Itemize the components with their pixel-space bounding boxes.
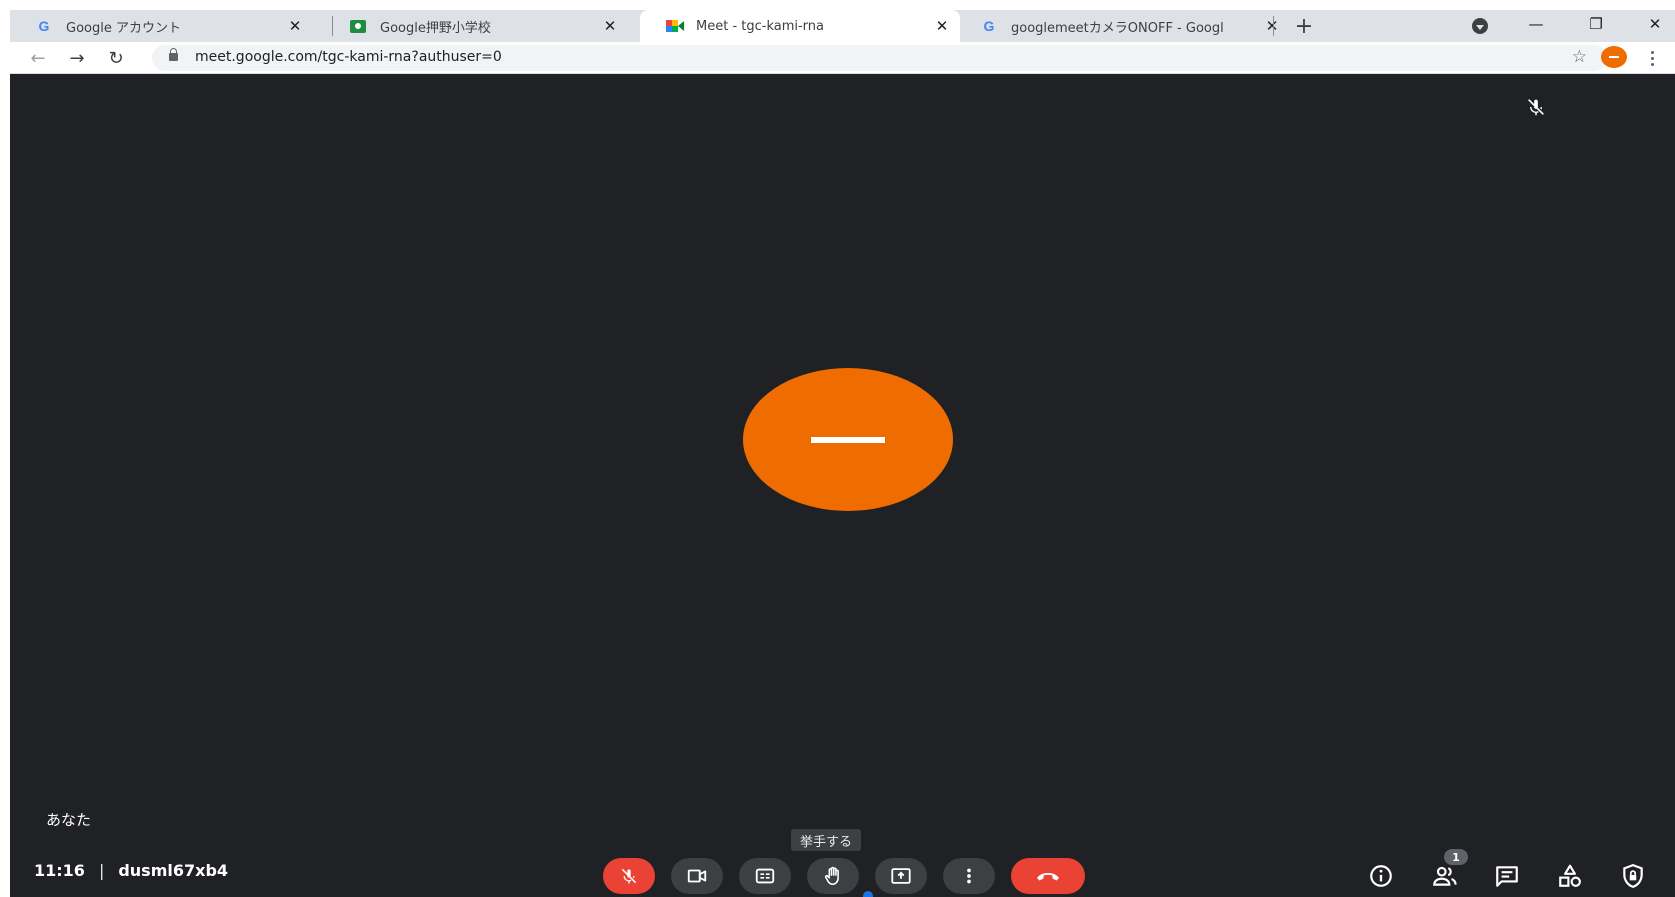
close-window-button[interactable]: ✕	[1635, 10, 1675, 38]
address-bar[interactable]: meet.google.com/tgc-kami-rna?authuser=0 …	[152, 45, 1607, 71]
profile-avatar-button[interactable]	[1601, 46, 1627, 68]
browser-toolbar: ← → ↻ meet.google.com/tgc-kami-rna?authu…	[10, 42, 1675, 74]
google-g-icon: G	[38, 18, 50, 34]
raise-hand-tooltip: 挙手する	[791, 829, 862, 851]
tab-search-result[interactable]: G googlemeetカメラONOFF - Googl ✕	[955, 10, 1290, 42]
forward-button[interactable]: →	[65, 46, 89, 70]
minimize-button[interactable]: —	[1516, 10, 1556, 38]
self-avatar	[743, 368, 953, 511]
activities-button[interactable]	[1555, 861, 1585, 891]
close-icon[interactable]: ✕	[932, 16, 952, 36]
captions-icon	[755, 868, 775, 884]
browser-menu-button[interactable]	[1642, 48, 1662, 68]
tab-meet[interactable]: Meet - tgc-kami-rna ✕	[640, 10, 960, 42]
camera-icon	[687, 869, 707, 883]
meet-icon	[666, 18, 684, 34]
browser-window: G Google アカウント ✕ Google押野小学校 ✕ Meet - tg…	[10, 10, 1675, 897]
tab-title: Meet - tgc-kami-rna	[696, 18, 825, 34]
classroom-icon	[350, 18, 366, 34]
tab-search-icon[interactable]	[1472, 18, 1488, 34]
lock-icon[interactable]	[169, 48, 178, 61]
tab-google-account[interactable]: G Google アカウント ✕	[10, 10, 313, 42]
chat-button[interactable]	[1492, 861, 1522, 891]
present-screen-button[interactable]	[875, 858, 927, 894]
captions-button[interactable]	[739, 858, 791, 894]
camera-toggle-button[interactable]	[671, 858, 723, 894]
mic-toggle-button[interactable]	[603, 858, 655, 894]
end-call-icon	[1037, 873, 1059, 881]
meet-stage: あなた 11:16 | dusml67xb4 挙手する 1	[10, 74, 1675, 897]
meeting-code: dusml67xb4	[118, 861, 229, 880]
google-g-icon: G	[983, 18, 995, 34]
mic-off-icon	[621, 868, 637, 884]
chat-icon	[1496, 866, 1518, 887]
tab-title: Google押野小学校	[380, 20, 491, 36]
tab-title: Google アカウント	[66, 20, 181, 36]
tab-classroom[interactable]: Google押野小学校 ✕	[324, 10, 628, 42]
url-text[interactable]: meet.google.com/tgc-kami-rna?authuser=0	[195, 49, 502, 65]
mic-off-icon	[1525, 96, 1547, 118]
info-icon	[1370, 865, 1392, 887]
close-icon[interactable]: ✕	[285, 16, 305, 36]
host-controls-icon	[1623, 864, 1643, 888]
raise-hand-button[interactable]	[807, 858, 859, 894]
new-tab-button[interactable]: +	[1292, 14, 1316, 39]
present-screen-icon	[891, 868, 911, 884]
more-options-button[interactable]	[943, 858, 995, 894]
meeting-info-button[interactable]	[1366, 861, 1396, 891]
separator: |	[98, 861, 105, 880]
participant-count-badge: 1	[1444, 849, 1468, 865]
close-icon[interactable]: ✕	[600, 16, 620, 36]
tab-divider	[1273, 16, 1274, 36]
end-call-button[interactable]	[1011, 858, 1085, 894]
meeting-details: 11:16 | dusml67xb4	[34, 861, 228, 880]
activities-icon	[1559, 864, 1581, 887]
tab-strip: G Google アカウント ✕ Google押野小学校 ✕ Meet - tg…	[10, 10, 1675, 42]
back-button[interactable]: ←	[26, 46, 50, 70]
people-icon	[1433, 866, 1457, 886]
reload-button[interactable]: ↻	[104, 46, 128, 70]
close-icon[interactable]: ✕	[1262, 16, 1282, 36]
host-controls-button[interactable]	[1618, 861, 1648, 891]
participants-button[interactable]	[1430, 861, 1460, 891]
bookmark-star-icon[interactable]: ☆	[1572, 47, 1587, 67]
tab-title: googlemeetカメラONOFF - Googl	[1011, 20, 1224, 36]
more-options-icon	[967, 868, 971, 884]
clock-time: 11:16	[34, 861, 85, 880]
raise-hand-icon	[824, 866, 839, 886]
avatar-placeholder-glyph	[811, 436, 885, 443]
restore-button[interactable]: ❐	[1576, 10, 1616, 38]
self-name-label: あなた	[46, 811, 92, 829]
focus-indicator	[863, 891, 873, 897]
